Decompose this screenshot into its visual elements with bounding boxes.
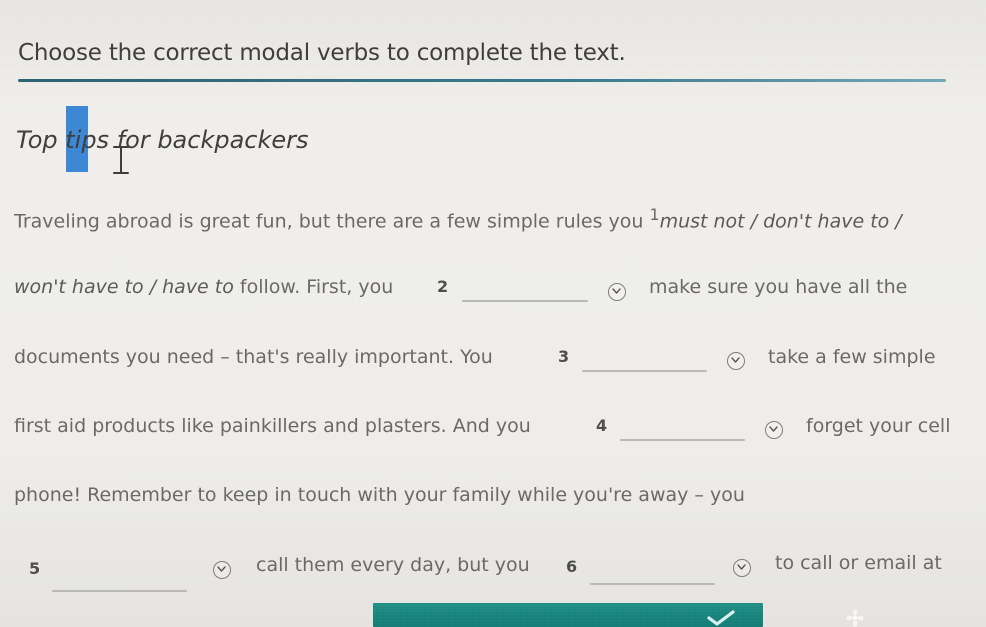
gap-6-after-text: to call or email at <box>775 552 942 574</box>
gap-5-dropdown[interactable] <box>213 561 231 579</box>
gap-4-blank[interactable] <box>620 439 745 441</box>
gap-6-dropdown[interactable] <box>733 559 751 577</box>
text-cursor-icon <box>113 146 129 174</box>
gap-3-number: 3 <box>558 347 570 366</box>
chevron-down-icon <box>217 566 226 572</box>
gap-2-dropdown[interactable] <box>608 283 626 301</box>
gap-5-blank[interactable] <box>52 590 187 592</box>
gap-3-after-text: take a few simple <box>768 346 936 368</box>
instruction-title: Choose the correct modal verbs to comple… <box>18 40 626 66</box>
chevron-down-icon <box>737 564 746 570</box>
gap-2-after-text: make sure you have all the <box>649 276 908 298</box>
article-line-4: first aid products like painkillers and … <box>14 415 531 437</box>
line1-superscript: 1 <box>649 205 660 224</box>
article-line-1: Traveling abroad is great fun, but there… <box>14 205 902 232</box>
line5-text: phone! Remember to keep in touch with yo… <box>14 484 745 506</box>
chevron-down-icon <box>731 357 740 363</box>
line2-options: won't have to / have to <box>14 276 234 298</box>
line1-options: must not / don't have to / <box>659 210 902 233</box>
line4-text: first aid products like painkillers and … <box>14 415 531 437</box>
bottom-answer-bar <box>373 603 763 627</box>
gap-4-number: 4 <box>596 416 608 435</box>
article-line-3: documents you need – that's really impor… <box>14 346 493 368</box>
line3-text: documents you need – that's really impor… <box>14 346 493 368</box>
gap-5-number: 5 <box>29 559 41 578</box>
gap-2-blank[interactable] <box>462 300 588 302</box>
gap-6-blank[interactable] <box>590 583 715 585</box>
exercise-page <box>0 0 986 627</box>
title-divider <box>18 79 946 82</box>
gap-5-after-text: call them every day, but you <box>256 554 530 576</box>
line2-text: follow. First, you <box>233 276 394 298</box>
chevron-down-icon <box>612 288 621 294</box>
line1-text: Traveling abroad is great fun, but there… <box>14 210 650 233</box>
gap-2-number: 2 <box>437 277 449 296</box>
article-title: Top tips for backpackers <box>16 126 309 154</box>
gap-3-blank[interactable] <box>582 370 707 372</box>
chevron-down-icon <box>769 426 778 432</box>
gap-4-after-text: forget your cell <box>806 415 951 437</box>
flower-icon <box>846 609 864 627</box>
gap-6-number: 6 <box>566 557 578 576</box>
article-line-2: won't have to / have to follow. First, y… <box>14 276 393 298</box>
gap-3-dropdown[interactable] <box>727 352 745 370</box>
check-icon <box>707 610 735 626</box>
article-line-5: phone! Remember to keep in touch with yo… <box>14 484 745 506</box>
gap-4-dropdown[interactable] <box>765 421 783 439</box>
